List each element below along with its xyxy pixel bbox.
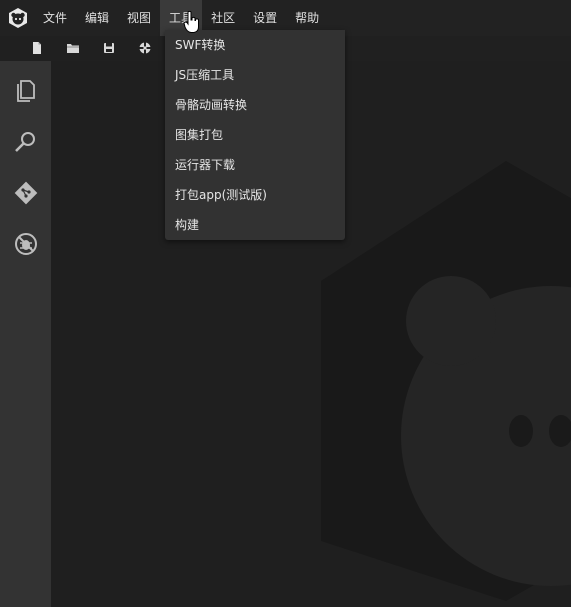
- monkey-logo-icon: [7, 7, 29, 29]
- menu-item-js-compress[interactable]: JS压缩工具: [165, 60, 345, 90]
- menu-item-skeleton-convert[interactable]: 骨骼动画转换: [165, 90, 345, 120]
- menu-item-runner-download[interactable]: 运行器下载: [165, 150, 345, 180]
- menu-edit[interactable]: 编辑: [76, 0, 118, 36]
- app-window: 文件 编辑 视图 工具 社区 设置 帮助 SWF转换 JS压缩工具 骨骼动画转换…: [0, 0, 571, 607]
- menu-view[interactable]: 视图: [118, 0, 160, 36]
- menu-item-swf-convert[interactable]: SWF转换: [165, 30, 345, 60]
- search-icon[interactable]: [12, 128, 40, 156]
- menu-item-build[interactable]: 构建: [165, 210, 345, 240]
- tools-dropdown-menu: SWF转换 JS压缩工具 骨骼动画转换 图集打包 运行器下载 打包app(测试版…: [165, 30, 345, 240]
- save-icon[interactable]: [100, 39, 118, 57]
- explorer-icon[interactable]: [12, 76, 40, 104]
- menu-item-pack-app[interactable]: 打包app(测试版): [165, 180, 345, 210]
- activity-bar: [0, 61, 51, 607]
- debug-icon[interactable]: [12, 230, 40, 258]
- menu-item-atlas-pack[interactable]: 图集打包: [165, 120, 345, 150]
- git-icon[interactable]: [12, 179, 40, 207]
- compile-icon[interactable]: [136, 39, 154, 57]
- new-file-icon[interactable]: [28, 39, 46, 57]
- hand-cursor-icon: [183, 10, 201, 34]
- menu-file[interactable]: 文件: [34, 0, 76, 36]
- open-folder-icon[interactable]: [64, 39, 82, 57]
